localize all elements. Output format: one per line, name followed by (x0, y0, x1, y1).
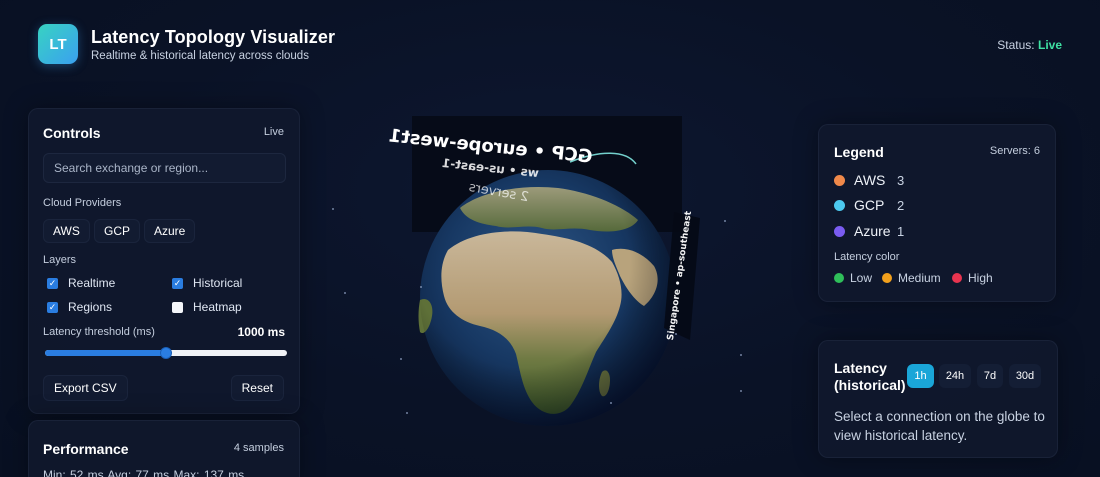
reset-button[interactable]: Reset (230, 375, 284, 401)
server-count: Servers: 6 (989, 145, 1040, 157)
status-label: Status: (997, 38, 1035, 52)
threshold-slider[interactable] (45, 347, 287, 359)
performance-title: Performance (43, 441, 129, 457)
globe-shading (420, 170, 676, 426)
latency-key-high: High (952, 271, 993, 285)
connection-status: Status: Live (997, 38, 1062, 52)
threshold-label: Latency threshold (ms) (43, 326, 155, 338)
layer-realtime-label: Realtime (68, 276, 116, 290)
latency-key-label: High (968, 271, 993, 285)
layer-heatmap-label: Heatmap (193, 300, 242, 314)
search-input[interactable] (43, 153, 286, 183)
star (400, 358, 402, 360)
range-7d-button[interactable]: 7d (977, 364, 1003, 388)
high-dot-icon (952, 273, 962, 283)
slider-fill (45, 350, 166, 356)
star (610, 402, 612, 404)
latency-key-label: Low (850, 271, 873, 285)
provider-azure-button[interactable]: Azure (144, 219, 196, 243)
provider-gcp-button[interactable]: GCP (94, 219, 141, 243)
checkbox-checked-icon[interactable] (47, 277, 58, 289)
controls-mode: Live (263, 126, 284, 138)
range-24h-button[interactable]: 24h (939, 364, 971, 388)
latency-panel-title: Latency (historical) (834, 360, 906, 394)
aws-dot-icon (834, 174, 845, 186)
legend-item-label: Azure (854, 223, 891, 239)
legend-panel: Legend Servers: 6 AWS 3 GCP 2 Azure 1 La… (818, 124, 1056, 302)
earth-globe[interactable]: GCP • europe-west1ws • us-east-12 server… (320, 100, 800, 460)
latency-key-low: Low (834, 271, 872, 285)
legend-item-gcp: GCP (834, 197, 884, 213)
latency-key-label: Medium (898, 271, 941, 285)
layer-realtime-checkbox[interactable]: Realtime (47, 276, 115, 290)
app-title: Latency Topology Visualizer (91, 27, 336, 47)
gcp-dot-icon (834, 199, 845, 211)
star (740, 354, 742, 356)
layer-heatmap-checkbox[interactable]: Heatmap (172, 300, 242, 314)
range-30d-button[interactable]: 30d (1009, 364, 1041, 388)
controls-title: Controls (43, 125, 101, 141)
performance-samples: 4 samples (233, 442, 284, 454)
threshold-value: 1000 ms (237, 325, 285, 339)
latency-color-label: Latency color (834, 251, 900, 263)
checkbox-checked-icon[interactable] (172, 277, 183, 289)
cloud-providers-label: Cloud Providers (43, 197, 122, 209)
legend-item-azure: Azure (834, 223, 891, 239)
latency-historical-panel: Latency (historical) 1h 24h 7d 30d Selec… (818, 340, 1058, 458)
app-subtitle: Realtime & historical latency across clo… (91, 50, 309, 62)
legend-item-count: 1 (897, 224, 905, 239)
range-1h-button[interactable]: 1h (907, 364, 934, 388)
legend-item-count: 3 (897, 173, 905, 188)
star (332, 208, 334, 210)
legend-item-count: 2 (897, 198, 905, 213)
legend-item-label: GCP (854, 197, 885, 213)
star (420, 286, 422, 288)
star (724, 220, 726, 222)
provider-aws-button[interactable]: AWS (43, 219, 90, 243)
layer-regions-label: Regions (68, 300, 113, 314)
legend-item-label: AWS (854, 172, 886, 188)
azure-dot-icon (834, 225, 845, 237)
globe-view[interactable]: GCP • europe-west1 ws • us-east-1 2 server… (320, 100, 800, 460)
latency-title-line1: Latency (834, 360, 887, 376)
export-csv-button[interactable]: Export CSV (43, 375, 128, 401)
status-value: Live (1037, 38, 1062, 52)
medium-dot-icon (882, 273, 892, 283)
layer-historical-checkbox[interactable]: Historical (172, 276, 242, 290)
legend-title: Legend (834, 144, 884, 160)
latency-title-line2: (historical) (834, 377, 906, 393)
star (344, 292, 346, 294)
star (406, 412, 408, 414)
app-header: LT Latency Topology Visualizer Realtime … (0, 0, 1100, 90)
star (675, 333, 677, 335)
layers-label: Layers (43, 254, 77, 266)
checkbox-checked-icon[interactable] (47, 301, 58, 313)
layer-regions-checkbox[interactable]: Regions (47, 300, 112, 314)
star (740, 390, 742, 392)
performance-stats: Min: 52 ms Avg: 77 ms Max: 137 ms (43, 468, 245, 477)
legend-item-aws: AWS (834, 172, 885, 188)
app-logo: LT (38, 24, 78, 64)
latency-help-text: Select a connection on the globe to view… (834, 409, 1045, 443)
slider-thumb[interactable] (160, 347, 172, 359)
checkbox-unchecked-icon[interactable] (172, 301, 183, 313)
latency-key-medium: Medium (882, 271, 941, 285)
controls-panel: Controls Live Cloud Providers AWS GCP Az… (28, 108, 300, 414)
low-dot-icon (834, 273, 844, 283)
performance-panel: Performance 4 samples Min: 52 ms Avg: 77… (28, 420, 300, 477)
layer-historical-label: Historical (193, 276, 243, 290)
